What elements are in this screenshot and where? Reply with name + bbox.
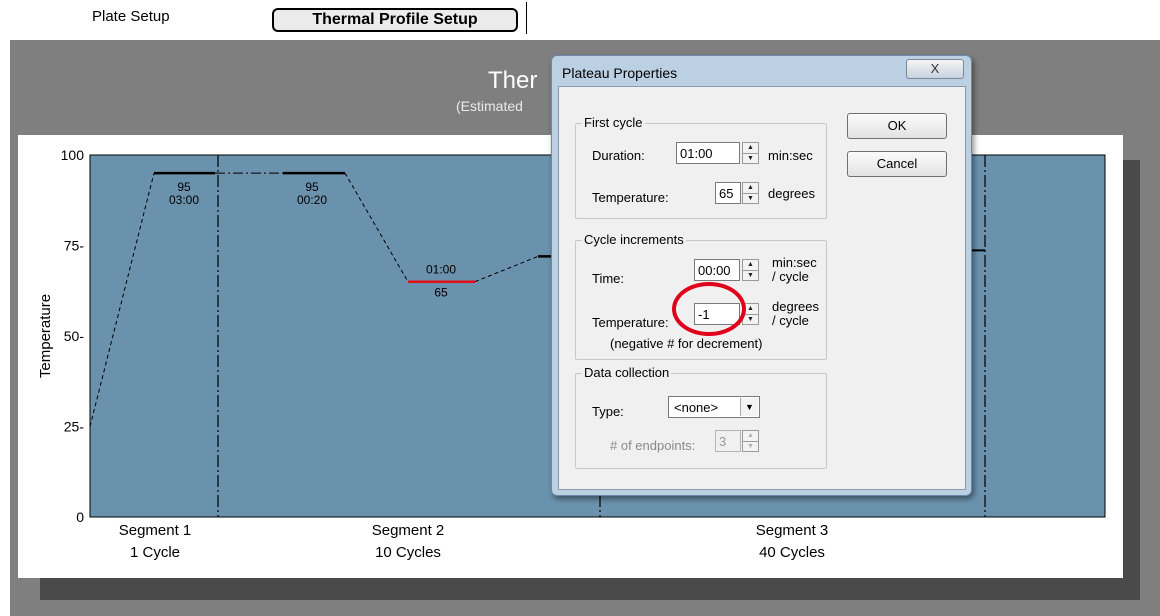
dialog-body: First cycle Duration: ▲▼ min:sec Tempera… bbox=[558, 86, 966, 490]
segment-cycles-label: 10 Cycles bbox=[375, 544, 441, 561]
spin-up-icon[interactable]: ▲ bbox=[743, 260, 758, 270]
first-cycle-group: First cycle Duration: ▲▼ min:sec Tempera… bbox=[575, 115, 827, 219]
decrement-note: (negative # for decrement) bbox=[610, 336, 763, 351]
spin-down-icon[interactable]: ▼ bbox=[743, 270, 758, 280]
y-axis-label: Temperature bbox=[37, 294, 54, 378]
close-icon: X bbox=[930, 61, 940, 76]
increment-temperature-unit: degrees bbox=[772, 299, 819, 314]
highlight-circle bbox=[672, 282, 746, 336]
segment-label: Segment 3 bbox=[756, 522, 829, 539]
increment-time-unit: min:sec bbox=[772, 255, 817, 270]
increment-time-field[interactable] bbox=[694, 259, 740, 281]
increment-time-label: Time: bbox=[592, 271, 625, 286]
plateau-temp-label: 95 bbox=[305, 180, 319, 194]
spin-down-icon[interactable]: ▼ bbox=[743, 441, 758, 451]
y-tick-label: 100 bbox=[61, 147, 85, 163]
collection-type-select[interactable]: <none> ▼ bbox=[668, 396, 760, 418]
data-collection-label: Data collection bbox=[582, 365, 672, 380]
segment-label: Segment 1 bbox=[119, 522, 192, 539]
increment-time-per-cycle: / cycle bbox=[772, 269, 809, 284]
plateau-time-label: 03:00 bbox=[169, 193, 199, 207]
cancel-button[interactable]: Cancel bbox=[847, 151, 947, 177]
ok-button[interactable]: OK bbox=[847, 113, 947, 139]
segment-label: Segment 2 bbox=[372, 522, 445, 539]
plateau-time-label: 00:20 bbox=[297, 193, 327, 207]
y-tick-label: 0 bbox=[76, 509, 84, 525]
endpoints-label: # of endpoints: bbox=[610, 438, 696, 453]
cycle-increments-label: Cycle increments bbox=[582, 232, 686, 247]
y-tick-label: 25- bbox=[64, 419, 85, 435]
spin-up-icon[interactable]: ▲ bbox=[743, 431, 758, 441]
y-tick-label: 75- bbox=[64, 238, 85, 254]
duration-label: Duration: bbox=[592, 148, 645, 163]
plateau-temp-label: 65 bbox=[434, 286, 448, 300]
collection-type-value: <none> bbox=[674, 400, 719, 415]
first-temperature-label: Temperature: bbox=[592, 190, 669, 205]
spin-down-icon[interactable]: ▼ bbox=[743, 314, 758, 324]
endpoints-spinner[interactable]: ▲ ▼ bbox=[742, 430, 759, 452]
spin-up-icon[interactable]: ▲ bbox=[743, 183, 758, 193]
spin-down-icon[interactable]: ▼ bbox=[743, 193, 758, 203]
spin-down-icon[interactable]: ▼ bbox=[743, 153, 758, 163]
duration-spinner[interactable]: ▲ ▼ bbox=[742, 142, 759, 164]
y-tick-label: 50- bbox=[64, 328, 85, 344]
first-cycle-label: First cycle bbox=[582, 115, 645, 130]
plateau-properties-dialog: Plateau Properties X First cycle Duratio… bbox=[551, 55, 972, 496]
data-collection-group: Data collection Type: <none> ▼ # of endp… bbox=[575, 365, 827, 469]
collection-type-label: Type: bbox=[592, 404, 624, 419]
increment-temperature-label: Temperature: bbox=[592, 315, 669, 330]
first-temperature-unit: degrees bbox=[768, 186, 815, 201]
increment-temperature-per-cycle: / cycle bbox=[772, 313, 809, 328]
close-button[interactable]: X bbox=[906, 59, 964, 79]
plateau-temp-label: 95 bbox=[177, 180, 191, 194]
plateau-time-label: 01:00 bbox=[426, 263, 456, 277]
increment-time-spinner[interactable]: ▲ ▼ bbox=[742, 259, 759, 281]
first-temperature-spinner[interactable]: ▲ ▼ bbox=[742, 182, 759, 204]
spin-up-icon[interactable]: ▲ bbox=[743, 143, 758, 153]
segment-cycles-label: 40 Cycles bbox=[759, 544, 825, 561]
duration-field[interactable] bbox=[676, 142, 740, 164]
first-temperature-field[interactable] bbox=[715, 182, 741, 204]
dialog-title: Plateau Properties bbox=[562, 65, 678, 81]
endpoints-field[interactable] bbox=[715, 430, 741, 452]
chevron-down-icon[interactable]: ▼ bbox=[740, 398, 758, 416]
duration-unit: min:sec bbox=[768, 148, 813, 163]
segment-cycles-label: 1 Cycle bbox=[130, 544, 180, 561]
